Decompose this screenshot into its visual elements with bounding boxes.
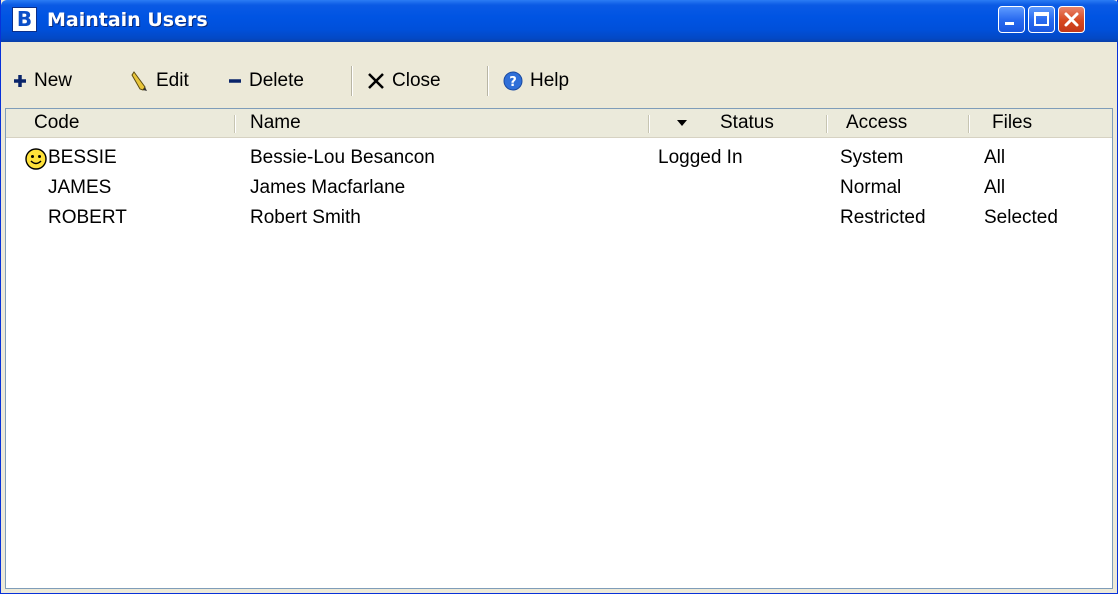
user-name: Robert Smith <box>250 207 361 228</box>
user-name: James Macfarlane <box>250 177 406 198</box>
title-bar[interactable]: B Maintain Users <box>1 0 1118 42</box>
toolbar: New Edit Delete Close ? Help <box>3 62 1115 100</box>
new-button[interactable]: New <box>13 66 72 96</box>
delete-button[interactable]: Delete <box>228 66 304 96</box>
column-header-files[interactable]: Files <box>992 109 1032 137</box>
delete-label: Delete <box>249 70 304 91</box>
column-header-status[interactable]: Status <box>720 109 774 137</box>
help-icon: ? <box>503 71 523 91</box>
help-button[interactable]: ? Help <box>503 66 569 96</box>
maximize-button[interactable] <box>1028 6 1055 33</box>
user-files: Selected <box>984 207 1058 228</box>
column-header-access[interactable]: Access <box>846 109 907 137</box>
column-divider[interactable] <box>826 115 828 133</box>
close-label: Close <box>392 70 441 91</box>
close-x-icon <box>368 73 384 89</box>
column-header-name[interactable]: Name <box>250 109 301 137</box>
plus-icon <box>14 75 26 87</box>
user-code: BESSIE <box>48 147 117 168</box>
maximize-icon <box>1034 12 1049 26</box>
column-divider[interactable] <box>234 115 236 133</box>
help-label: Help <box>530 70 570 91</box>
user-files: All <box>984 177 1006 198</box>
edit-button[interactable]: Edit <box>131 66 189 96</box>
user-code: ROBERT <box>48 207 127 228</box>
toolbar-separator <box>487 66 489 96</box>
user-access: Normal <box>840 177 902 198</box>
close-button[interactable]: Close <box>367 66 441 96</box>
user-code: JAMES <box>48 177 112 198</box>
maintain-users-window: B Maintain Users New Edit Delete Close ?… <box>0 0 1118 594</box>
user-access: System <box>840 147 904 168</box>
table-row[interactable]: BESSIE Bessie-Lou Besancon Logged In Sys… <box>6 143 1112 173</box>
svg-text:?: ? <box>509 75 517 90</box>
window-title: Maintain Users <box>47 9 208 31</box>
new-label: New <box>34 70 73 91</box>
pencil-icon <box>131 71 147 91</box>
list-header: Code Name Status Access Files <box>6 109 1112 138</box>
column-divider[interactable] <box>648 115 650 133</box>
users-list[interactable]: Code Name Status Access Files BESSIE Bes… <box>5 108 1113 589</box>
close-icon <box>1064 12 1079 27</box>
toolbar-separator <box>351 66 353 96</box>
user-status: Logged In <box>658 147 743 168</box>
user-access: Restricted <box>840 207 926 228</box>
column-header-code[interactable]: Code <box>34 109 79 137</box>
table-row[interactable]: JAMES James Macfarlane Normal All <box>6 173 1112 203</box>
minimize-icon <box>1005 22 1014 25</box>
edit-label: Edit <box>156 70 189 91</box>
user-files: All <box>984 147 1006 168</box>
app-logo-icon: B <box>12 7 37 32</box>
user-name: Bessie-Lou Besancon <box>250 147 435 168</box>
minimize-button[interactable] <box>998 6 1025 33</box>
minus-icon <box>229 79 241 83</box>
close-window-button[interactable] <box>1058 6 1085 33</box>
sort-descending-icon <box>677 120 687 126</box>
smiley-icon <box>25 148 47 170</box>
table-row[interactable]: ROBERT Robert Smith Restricted Selected <box>6 203 1112 233</box>
column-divider[interactable] <box>968 115 970 133</box>
